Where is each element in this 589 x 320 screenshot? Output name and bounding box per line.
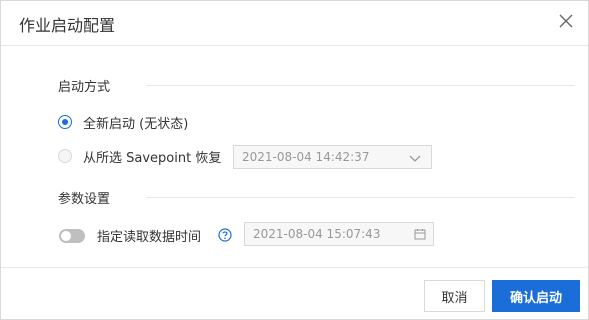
radio-savepoint[interactable]	[58, 149, 72, 163]
dialog-title: 作业启动配置	[19, 16, 116, 35]
start-mode-section-title: 启动方式	[58, 80, 111, 95]
savepoint-select[interactable]: 2021-08-04 14:42:37	[233, 145, 432, 169]
datepicker-value: 2021-08-04 15:07:43	[253, 227, 381, 241]
confirm-start-button[interactable]: 确认启动	[492, 280, 580, 312]
start-job-dialog: 作业启动配置 启动方式 全新启动 (无状态) 从所选 Savepoint 恢复 …	[0, 0, 589, 320]
chevron-down-icon	[409, 152, 421, 166]
read-time-datepicker[interactable]: 2021-08-04 15:07:43	[244, 222, 434, 246]
close-icon[interactable]	[556, 11, 576, 31]
dialog-header: 作业启动配置	[1, 1, 588, 46]
calendar-icon	[414, 228, 426, 243]
read-time-toggle-label: 指定读取数据时间	[97, 230, 202, 245]
section-divider	[147, 197, 575, 198]
dialog-footer: 取消 确认启动	[1, 267, 588, 320]
params-section-title: 参数设置	[58, 192, 111, 207]
toggle-knob	[61, 231, 71, 241]
read-time-toggle[interactable]	[59, 229, 85, 243]
radio-stateless[interactable]	[58, 115, 72, 129]
savepoint-select-value: 2021-08-04 14:42:37	[242, 150, 370, 164]
radio-savepoint-label[interactable]: 从所选 Savepoint 恢复	[83, 147, 221, 166]
question-circle-icon[interactable]	[218, 227, 232, 242]
section-divider	[147, 85, 575, 86]
cancel-button[interactable]: 取消	[424, 280, 485, 312]
radio-stateless-label[interactable]: 全新启动 (无状态)	[83, 113, 188, 132]
